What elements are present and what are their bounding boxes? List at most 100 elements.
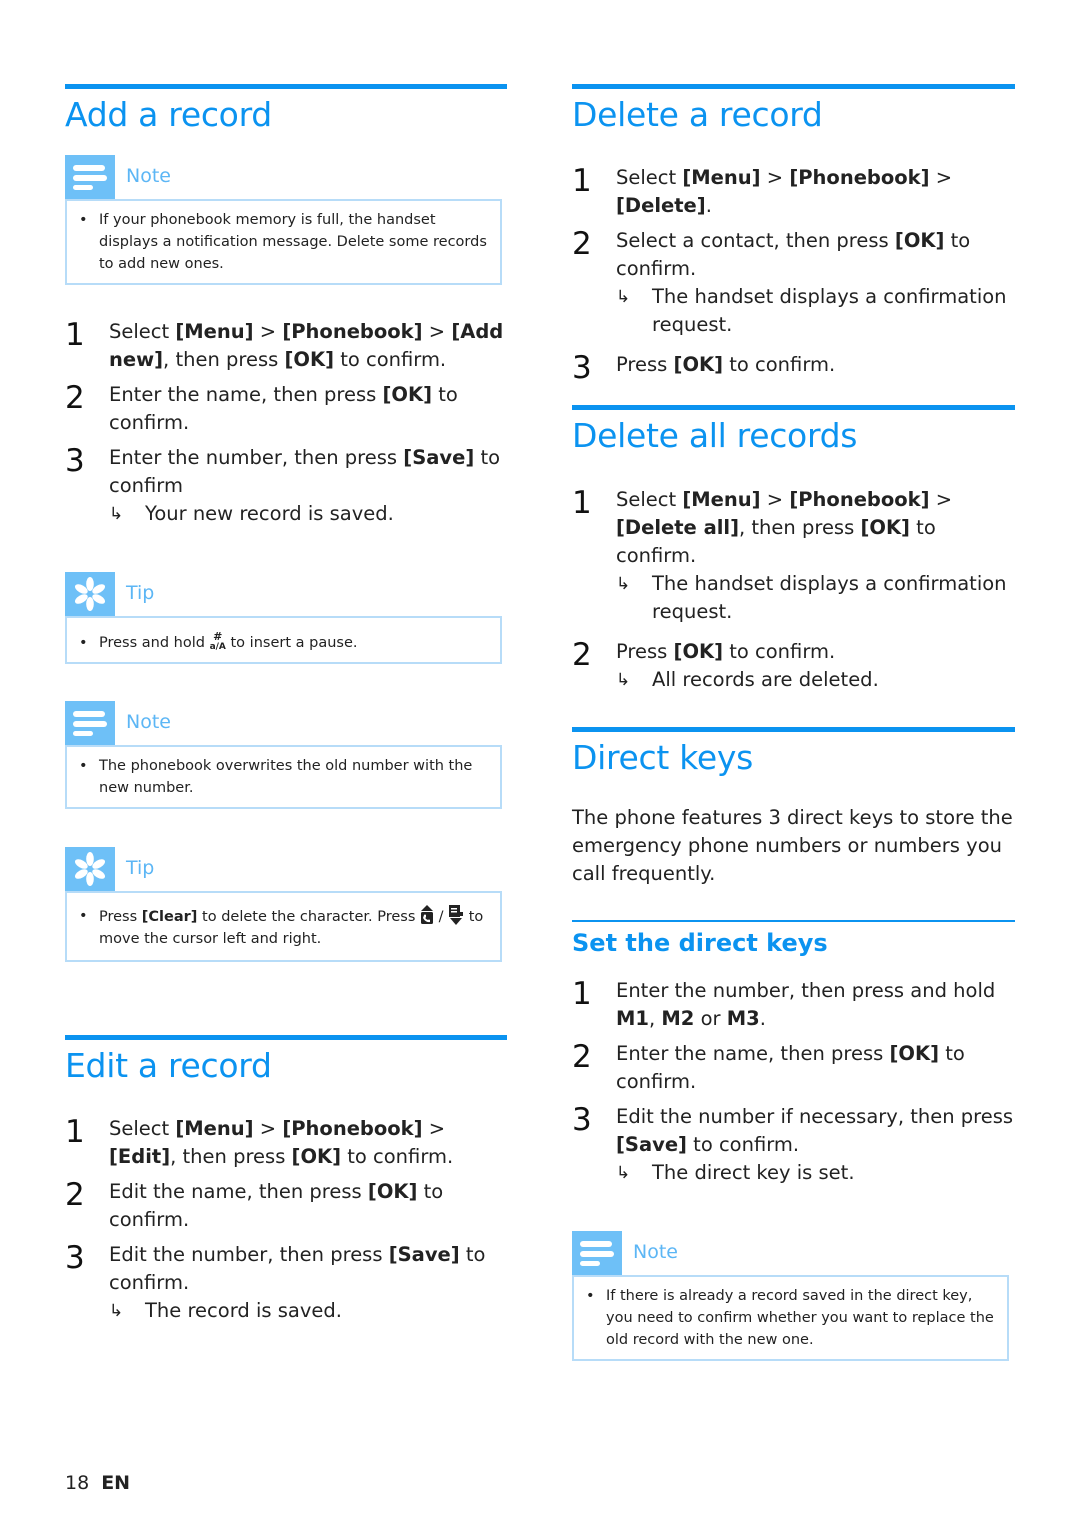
step-item: 2 Press [OK] to confirm. ↳ All records are … xyxy=(572,638,1015,694)
step-item: 2 Enter the name, then press [OK] to conf… xyxy=(65,381,507,437)
section-rule xyxy=(572,405,1015,410)
note-callout: Note • The phonebook overwrites the old n… xyxy=(65,701,502,809)
result-arrow-icon: ↳ xyxy=(109,504,124,524)
step-item: 1 Select [Menu] > [Phonebook] > [Add new]… xyxy=(65,318,507,374)
section-rule xyxy=(65,84,507,89)
callout-body: • If there is already a record saved in t… xyxy=(572,1275,1009,1361)
callout-label: Note xyxy=(633,1241,678,1263)
menu-down-icon xyxy=(448,905,464,925)
note-lines-icon xyxy=(65,701,115,745)
result-arrow-icon: ↳ xyxy=(616,1163,631,1183)
section-delete-record: Delete a record xyxy=(572,84,1015,135)
step-number: 1 xyxy=(572,976,592,1012)
step-number: 2 xyxy=(572,1039,592,1075)
step-item: 3 Edit the number if necessary, then pres… xyxy=(572,1103,1015,1187)
step-text: Select a contact, then press [OK] to con… xyxy=(616,229,971,280)
step-result: ↳ Your new record is saved. xyxy=(109,500,507,528)
steps-delete-all: 1 Select [Menu] > [Phonebook] > [Delete a… xyxy=(572,486,1015,706)
note-callout: Note • If your phonebook memory is full, … xyxy=(65,155,502,285)
steps-delete-record: 1 Select [Menu] > [Phonebook] > [Delete].… xyxy=(572,164,1015,386)
tip-asterisk-icon xyxy=(65,847,115,891)
step-text: Select [Menu] > [Phonebook] > [Edit], th… xyxy=(109,1117,454,1168)
step-item: 1 Select [Menu] > [Phonebook] > [Edit], t… xyxy=(65,1115,507,1171)
step-result: ↳ The record is saved. xyxy=(109,1297,507,1325)
callout-item: • Press and hold # a/A to insert a pause. xyxy=(79,630,358,652)
step-text: Press [OK] to confirm. xyxy=(616,640,836,663)
step-item: 3 Edit the number, then press [Save] to c… xyxy=(65,1241,507,1325)
hash-key-icon: # a/A xyxy=(209,630,226,652)
step-number: 2 xyxy=(65,1177,85,1213)
steps-add-record: 1 Select [Menu] > [Phonebook] > [Add new]… xyxy=(65,318,507,540)
result-arrow-icon: ↳ xyxy=(109,1301,124,1321)
step-text: Select [Menu] > [Phonebook] > [Delete al… xyxy=(616,488,953,567)
step-item: 2 Enter the name, then press [OK] to conf… xyxy=(572,1040,1015,1096)
page-footer: 18 EN xyxy=(65,1472,130,1494)
step-text: Select [Menu] > [Phonebook] > [Add new],… xyxy=(109,320,504,371)
step-number: 1 xyxy=(65,317,85,353)
page-number: 18 xyxy=(65,1472,90,1494)
subsection-title: Set the direct keys xyxy=(572,929,828,957)
callout-body: • The phonebook overwrites the old number… xyxy=(65,745,502,809)
section-title: Direct keys xyxy=(572,738,753,777)
direct-keys-intro: The phone features 3 direct keys to stor… xyxy=(572,806,1013,885)
section-delete-all: Delete all records xyxy=(572,405,1015,456)
step-text: Press [OK] to confirm. xyxy=(616,353,836,376)
result-arrow-icon: ↳ xyxy=(616,287,631,307)
section-title: Edit a record xyxy=(65,1046,272,1085)
step-number: 2 xyxy=(65,380,85,416)
note-callout: Note • If there is already a record saved… xyxy=(572,1231,1009,1361)
section-rule xyxy=(572,84,1015,89)
step-number: 1 xyxy=(572,485,592,521)
section-rule xyxy=(572,727,1015,732)
step-item: 3 Enter the number, then press [Save] to … xyxy=(65,444,507,528)
step-item: 1 Enter the number, then press and hold M… xyxy=(572,977,1015,1033)
callout-body: • If your phonebook memory is full, the h… xyxy=(65,199,502,285)
step-number: 3 xyxy=(572,350,592,386)
callout-label: Tip xyxy=(126,582,155,604)
step-text: Edit the number, then press [Save] to co… xyxy=(109,1243,486,1294)
step-text: Enter the number, then press [Save] to c… xyxy=(109,446,501,497)
step-text: Enter the number, then press and hold M1… xyxy=(616,979,996,1030)
note-lines-icon xyxy=(65,155,115,199)
language-code: EN xyxy=(101,1472,131,1494)
callout-item: • Press [Clear] to delete the character. … xyxy=(79,905,488,950)
step-number: 1 xyxy=(572,163,592,199)
step-item: 2 Select a contact, then press [OK] to co… xyxy=(572,227,1015,339)
step-number: 2 xyxy=(572,637,592,673)
steps-set-direct-keys: 1 Enter the number, then press and hold M… xyxy=(572,977,1015,1199)
step-item: 1 Select [Menu] > [Phonebook] > [Delete]. xyxy=(572,164,1015,220)
callout-item: • If your phonebook memory is full, the h… xyxy=(79,212,487,272)
callout-label: Note xyxy=(126,711,171,733)
result-arrow-icon: ↳ xyxy=(616,670,631,690)
section-add-record: Add a record xyxy=(65,84,507,135)
callout-item: • If there is already a record saved in t… xyxy=(586,1288,994,1348)
note-lines-icon xyxy=(572,1231,622,1275)
step-text: Edit the number if necessary, then press… xyxy=(616,1105,1014,1156)
step-number: 1 xyxy=(65,1114,85,1150)
tip-callout: Tip • Press and hold # a/A to insert a pau… xyxy=(65,572,502,664)
step-number: 3 xyxy=(65,1240,85,1276)
step-item: 3 Press [OK] to confirm. xyxy=(572,351,1015,385)
callout-item: • The phonebook overwrites the old number… xyxy=(79,758,473,796)
steps-edit-record: 1 Select [Menu] > [Phonebook] > [Edit], t… xyxy=(65,1115,507,1337)
section-title: Delete a record xyxy=(572,95,823,134)
step-result: ↳ The direct key is set. xyxy=(616,1159,1015,1187)
section-title: Delete all records xyxy=(572,416,858,455)
step-number: 2 xyxy=(572,226,592,262)
result-arrow-icon: ↳ xyxy=(616,574,631,594)
step-result: ↳ The handset displays a confirmation req… xyxy=(616,285,1007,336)
subsection-set-direct-keys: Set the direct keys xyxy=(572,920,1015,960)
step-item: 1 Select [Menu] > [Phonebook] > [Delete a… xyxy=(572,486,1015,626)
callout-body: • Press [Clear] to delete the character. … xyxy=(65,891,502,962)
step-text: Select [Menu] > [Phonebook] > [Delete]. xyxy=(616,166,953,217)
section-direct-keys: Direct keys xyxy=(572,727,1015,778)
section-rule xyxy=(65,1035,507,1040)
tip-callout: Tip • Press [Clear] to delete the charact… xyxy=(65,847,502,962)
tip-asterisk-icon xyxy=(65,572,115,616)
step-result: ↳ The handset displays a confirmation req… xyxy=(616,572,1007,623)
subsection-rule xyxy=(572,920,1015,922)
phonebook-up-icon xyxy=(420,905,434,925)
section-edit-record: Edit a record xyxy=(65,1035,507,1086)
step-number: 3 xyxy=(572,1102,592,1138)
step-item: 2 Edit the name, then press [OK] to confi… xyxy=(65,1178,507,1234)
